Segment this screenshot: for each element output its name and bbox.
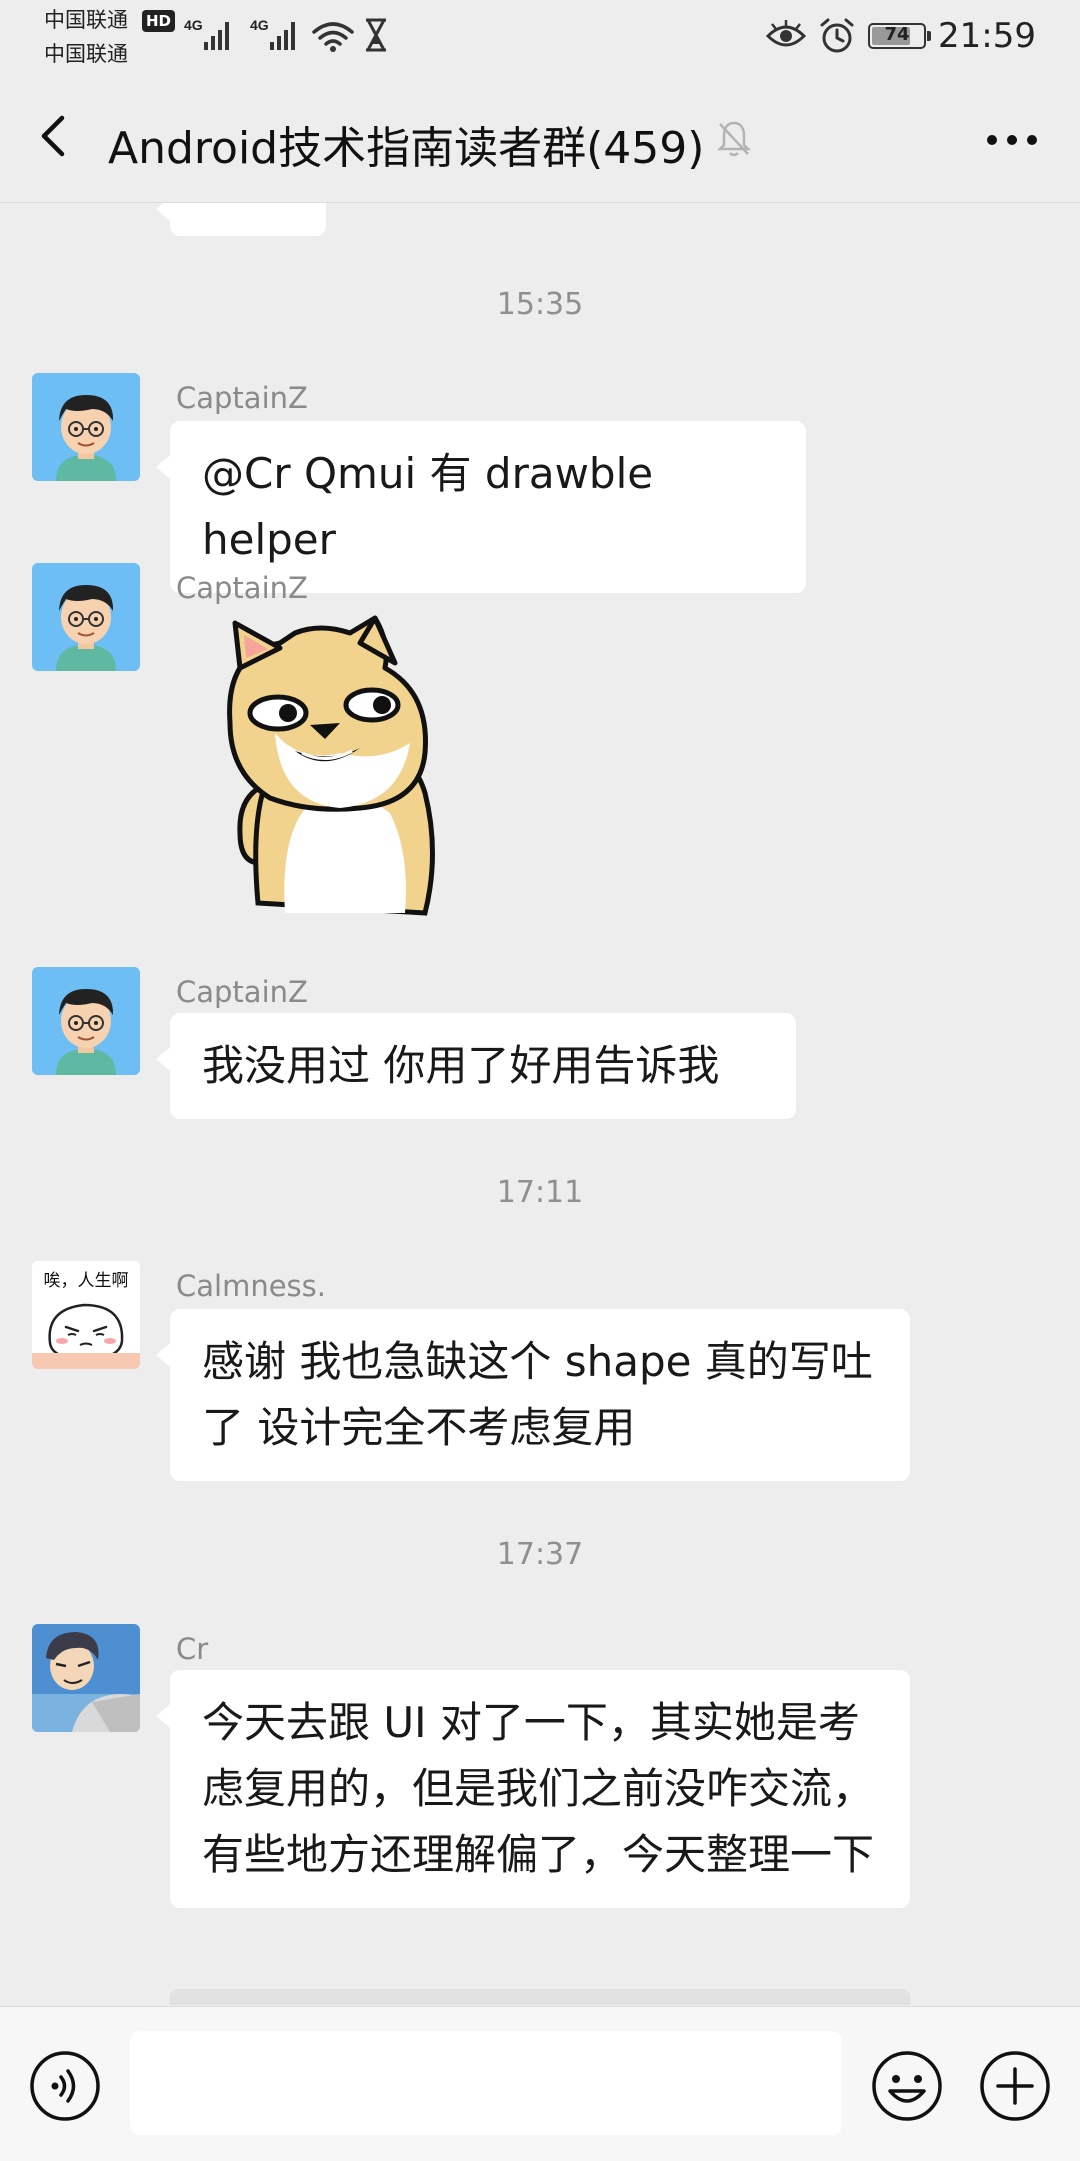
message-bubble[interactable]: @Cr Qmui 有 drawble helper [156, 421, 806, 593]
eye-icon [766, 20, 807, 47]
network-type-1: 4G [184, 17, 203, 33]
quoted-message-partial [170, 1989, 910, 2005]
timestamp: 17:37 [496, 1537, 584, 1572]
avatar[interactable] [32, 1624, 140, 1732]
chat-header: Android技术指南读者群(459) [0, 72, 1080, 203]
chat-title[interactable]: Android技术指南读者群(459) [108, 112, 704, 176]
chat-message-list[interactable]: 15:35 CaptainZ @Cr Qmui 有 drawble helper [0, 203, 1080, 2005]
timestamp: 17:11 [496, 1175, 584, 1210]
emoji-icon[interactable] [870, 2049, 944, 2123]
avatar[interactable] [32, 563, 140, 671]
hd-badge: HD [142, 10, 176, 32]
shiba-dog-sticker[interactable] [200, 613, 460, 933]
sender-name: CaptainZ [176, 571, 308, 605]
message-text: 感谢 我也急缺这个 shape 真的写吐了 设计完全不考虑复用 [202, 1337, 873, 1452]
message-input[interactable] [130, 2031, 842, 2135]
sender-name: Cr [176, 1632, 209, 1666]
message-text: @Cr Qmui 有 drawble helper [202, 449, 654, 564]
battery-icon: 74 [868, 23, 932, 49]
message-bubble[interactable]: 我没用过 你用了好用告诉我 [156, 1013, 796, 1119]
sender-name: Calmness. [176, 1269, 326, 1303]
avatar-caption: 唉，人生啊 [44, 1271, 129, 1291]
avatar[interactable]: 唉，人生啊 [32, 1261, 140, 1369]
message-text: 今天去跟 UI 对了一下，其实她是考虑复用的，但是我们之前没咋交流，有些地方还理… [202, 1698, 875, 1879]
plus-icon[interactable] [978, 2049, 1052, 2123]
avatar[interactable] [32, 373, 140, 481]
message-bubble-partial [156, 203, 326, 236]
voice-icon[interactable] [28, 2049, 102, 2123]
back-arrow-icon[interactable] [26, 108, 82, 164]
muted-bell-icon [716, 121, 752, 157]
message-bubble[interactable]: 今天去跟 UI 对了一下，其实她是考虑复用的，但是我们之前没咋交流，有些地方还理… [156, 1670, 910, 1908]
message-bubble[interactable]: 感谢 我也急缺这个 shape 真的写吐了 设计完全不考虑复用 [156, 1309, 910, 1481]
more-dots-icon[interactable] [982, 112, 1042, 168]
network-type-2: 4G [250, 17, 269, 33]
timestamp: 15:35 [496, 287, 584, 322]
signal-icon: 4G 4G [184, 17, 386, 52]
battery-level: 74 [884, 24, 910, 45]
input-bar [0, 2006, 1080, 2161]
hourglass-icon [366, 18, 386, 52]
message-text: 我没用过 你用了好用告诉我 [202, 1041, 720, 1090]
sender-name: CaptainZ [176, 381, 308, 415]
carrier-label-1: 中国联通 [44, 8, 128, 32]
carrier-label-2: 中国联通 [44, 42, 128, 66]
sender-name: CaptainZ [176, 975, 308, 1009]
avatar[interactable] [32, 967, 140, 1075]
alarm-icon [820, 18, 854, 53]
wifi-icon [312, 22, 354, 46]
status-time: 21:59 [938, 16, 1036, 56]
status-bar: 中国联通 中国联通 HD 4G 4G 74 21:59 [0, 0, 1080, 72]
